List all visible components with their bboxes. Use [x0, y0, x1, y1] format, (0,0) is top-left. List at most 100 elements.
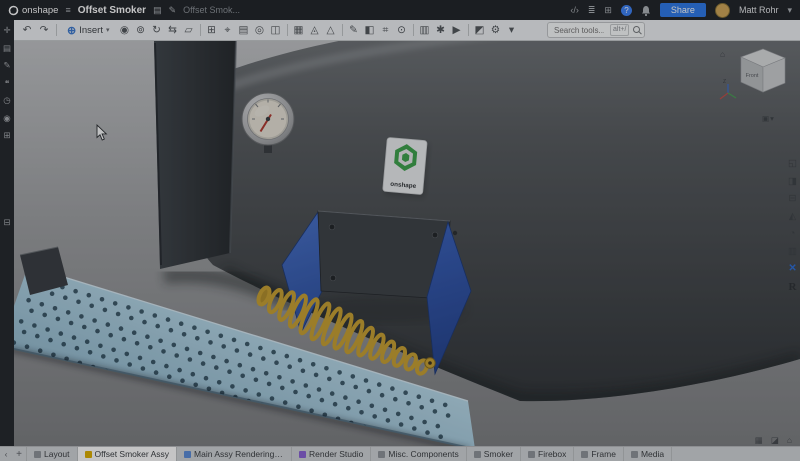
tab-offset-smoker-assy[interactable]: Offset Smoker Assy	[78, 447, 177, 461]
tab-icon	[34, 451, 41, 458]
tab-frame[interactable]: Frame	[574, 447, 624, 461]
linear-pattern-icon[interactable]: ▤	[236, 25, 252, 36]
select-tool-icon[interactable]: ✛	[3, 26, 10, 35]
view-orient-icon[interactable]: ◔	[790, 229, 796, 239]
tab-icon	[378, 451, 385, 458]
shading-toggle-icon[interactable]: ◪	[771, 436, 779, 445]
circular-pattern-icon[interactable]: ◎	[252, 25, 268, 36]
settings-icon[interactable]: ⚙	[488, 25, 504, 36]
tab-main-assy-rendering[interactable]: Main Assy Rendering.jpg	[177, 447, 292, 461]
notifications-bell-icon[interactable]	[641, 5, 651, 16]
left-rail: ✛ ▤ ✎ ❝ ◷ ◉ ⊞ ⊟	[0, 20, 14, 447]
group-icon[interactable]: ⊞	[204, 25, 220, 36]
divider: |	[468, 24, 469, 36]
divider: |	[342, 24, 343, 36]
replicate-icon[interactable]: ▦	[291, 25, 307, 36]
tabs-scroll-left-icon[interactable]: ‹	[0, 447, 12, 461]
mirror-icon[interactable]: ◫	[268, 25, 284, 36]
elements-icon[interactable]: ▤	[3, 44, 11, 53]
snapshot-icon[interactable]: ◬	[307, 25, 323, 36]
insert-caret-icon: ▾	[106, 26, 110, 34]
vent-hole	[453, 231, 457, 235]
view-home-icon[interactable]: ⌂	[720, 49, 725, 59]
document-icon[interactable]: ▤	[153, 6, 162, 15]
undo-icon[interactable]: ↶	[19, 25, 35, 36]
mate-icon[interactable]: ◉	[117, 25, 133, 36]
tab-icon	[631, 451, 638, 458]
insert-button[interactable]: ⊕ Insert ▾	[61, 23, 116, 38]
document-tabs: Layout Offset Smoker Assy Main Assy Rend…	[27, 447, 800, 461]
follow-mode-icon[interactable]: ◉	[3, 114, 10, 123]
animate-icon[interactable]: ▶	[449, 25, 465, 36]
viewport-corner-rail: ▦ ◪ ⌂	[755, 436, 792, 445]
comments-icon[interactable]: ❝	[5, 79, 10, 88]
history-icon[interactable]: ◷	[3, 96, 10, 105]
onshape-window: onshape ≡ Offset Smoker ▤ ✎ Offset Smok.…	[0, 0, 800, 461]
render-plugin-icon[interactable]: R	[789, 282, 797, 293]
hide-icon[interactable]: ◨	[788, 177, 797, 187]
user-avatar[interactable]	[715, 3, 730, 18]
3d-scene[interactable]: onshape	[14, 41, 800, 447]
onshape-logo[interactable]: onshape	[8, 5, 58, 16]
activity-list-icon[interactable]: ≣	[588, 6, 596, 15]
display-mode-icon[interactable]: ▥	[788, 247, 797, 257]
search-icon	[633, 26, 642, 35]
sketch-rail-icon[interactable]: ✎	[3, 61, 10, 70]
planar-mate-icon[interactable]: ▱	[181, 25, 197, 36]
onshape-logo-icon	[8, 5, 19, 16]
3d-viewport[interactable]: onshape	[14, 41, 800, 447]
section-tool-icon[interactable]: ⊟	[789, 194, 797, 204]
tab-icon	[581, 451, 588, 458]
render-toggle-icon[interactable]: ▦	[755, 436, 763, 445]
sketch-icon[interactable]: ✎	[346, 25, 362, 36]
help-icon[interactable]: ?	[621, 5, 632, 16]
user-menu-caret-icon[interactable]: ▾	[787, 6, 792, 15]
document-title: Offset Smoker	[78, 5, 146, 16]
slider-mate-icon[interactable]: ⇆	[165, 25, 181, 36]
viewport-right-rail: ◱ ◨ ⊟ ◭ ◔ ▥ ✕ R	[788, 159, 797, 293]
onshape-badge[interactable]: onshape	[382, 137, 429, 197]
document-context[interactable]: Offset Smok...	[183, 5, 240, 15]
bom-icon[interactable]: ▥	[417, 25, 433, 36]
tab-icon	[299, 451, 306, 458]
add-tab-button[interactable]: +	[12, 447, 27, 461]
assembly-toolbar: ↶ ↷ ⊕ Insert ▾ ◉⊚↻⇆▱|⊞⌖▤◎◫|▦◬△|✎◧⌗⊙|▥✱▶|…	[14, 20, 800, 41]
close-panel-icon[interactable]: ✕	[788, 264, 796, 274]
tab-layout[interactable]: Layout	[27, 447, 78, 461]
top-bar: onshape ≡ Offset Smoker ▤ ✎ Offset Smok.…	[0, 0, 800, 20]
isolate-icon[interactable]: ◱	[788, 159, 797, 169]
logo-text: onshape	[22, 5, 58, 16]
document-tab-bar: ‹ + Layout Offset Smoker Assy Main Assy …	[0, 446, 800, 461]
apps-icon[interactable]: ⊞	[3, 131, 10, 140]
mass-properties-icon[interactable]: ⊙	[394, 25, 410, 36]
tab-smoker[interactable]: Smoker	[467, 447, 521, 461]
named-views-button[interactable]: ▣▾	[762, 114, 775, 123]
view-home-icon[interactable]: ⌂	[787, 436, 792, 445]
more-tools-icon[interactable]: ▾	[504, 25, 520, 36]
divider: |	[413, 24, 414, 36]
share-button[interactable]: Share	[660, 3, 706, 18]
transparency-icon[interactable]: ◭	[789, 212, 796, 222]
tab-media[interactable]: Media	[624, 447, 672, 461]
redo-icon[interactable]: ↷	[36, 25, 52, 36]
rename-icon[interactable]: ✎	[169, 6, 177, 15]
mate-connector-icon[interactable]: ⌖	[220, 25, 236, 36]
search-tools-box[interactable]: alt+/	[547, 22, 645, 38]
exploded-view-icon[interactable]: ✱	[433, 25, 449, 36]
apps-grid-icon[interactable]: ⊞	[604, 6, 612, 15]
user-name: Matt Rohr	[739, 5, 779, 15]
mount-bracket[interactable]	[282, 211, 471, 374]
fastened-mate-icon[interactable]: ⊚	[133, 25, 149, 36]
tab-render-studio[interactable]: Render Studio	[292, 447, 371, 461]
revolute-mate-icon[interactable]: ↻	[149, 25, 165, 36]
named-positions-icon[interactable]: △	[323, 25, 339, 36]
menu-icon[interactable]: ≡	[65, 6, 70, 15]
featurescript-icon[interactable]: ‹/›	[570, 6, 579, 15]
search-tools-input[interactable]	[552, 25, 606, 36]
appearance-icon[interactable]: ◩	[472, 25, 488, 36]
tab-firebox[interactable]: Firebox	[521, 447, 574, 461]
section-view-icon[interactable]: ◧	[362, 25, 378, 36]
tab-misc-components[interactable]: Misc. Components	[371, 447, 466, 461]
measure-icon[interactable]: ⌗	[378, 25, 394, 36]
feature-list-toggle-icon[interactable]: ⊟	[3, 218, 10, 227]
